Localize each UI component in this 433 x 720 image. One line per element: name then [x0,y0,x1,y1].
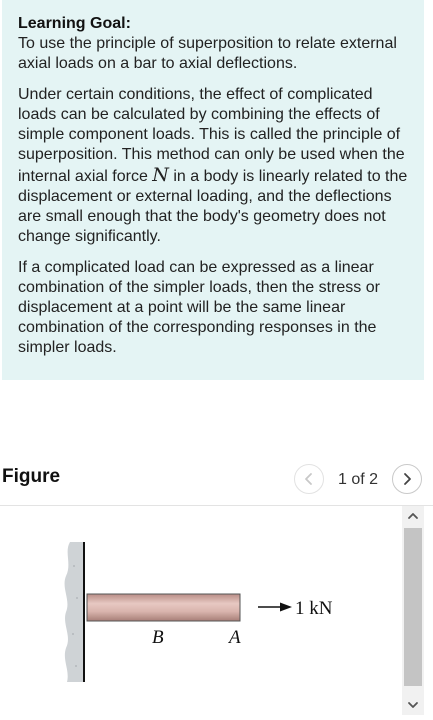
learning-goal-text: To use the principle of superposition to… [18,35,397,72]
point-b-label: B [152,627,164,648]
wall-texture [75,665,77,667]
learning-goal-panel: Learning Goal: To use the principle of s… [2,0,424,380]
figure-viewport: 1 kN B A [0,506,400,715]
wall-texture [72,633,74,635]
force-arrowhead [280,602,292,612]
figure-header: Figure 1 of 2 [0,462,433,496]
learning-goal-title: Learning Goal: [18,15,131,32]
bar-diagram: 1 kN B A [64,542,333,682]
axial-bar [86,593,241,622]
next-figure-button[interactable] [392,464,422,494]
chevron-down-icon [408,702,418,708]
scrollbar-thumb[interactable] [404,528,422,686]
scroll-down-button[interactable] [402,695,424,715]
scroll-up-button[interactable] [402,506,424,526]
chevron-right-icon [404,473,411,485]
figure-scrollbar[interactable] [402,506,424,715]
linear-combination-paragraph: If a complicated load can be expressed a… [18,259,380,356]
figure-title: Figure [2,466,61,487]
chevron-up-icon [408,513,418,519]
wall-texture [73,565,75,567]
figure-page-indicator: 1 of 2 [338,471,379,488]
wall-texture [76,597,78,599]
axial-force-symbol: N [152,164,169,186]
fixed-wall-support [64,542,84,682]
superposition-paragraph: Under certain conditions, the effect of … [18,85,410,247]
previous-figure-button[interactable] [294,464,324,494]
chevron-left-icon [305,473,312,485]
point-a-label: A [227,627,241,648]
force-label: 1 kN [295,598,333,619]
